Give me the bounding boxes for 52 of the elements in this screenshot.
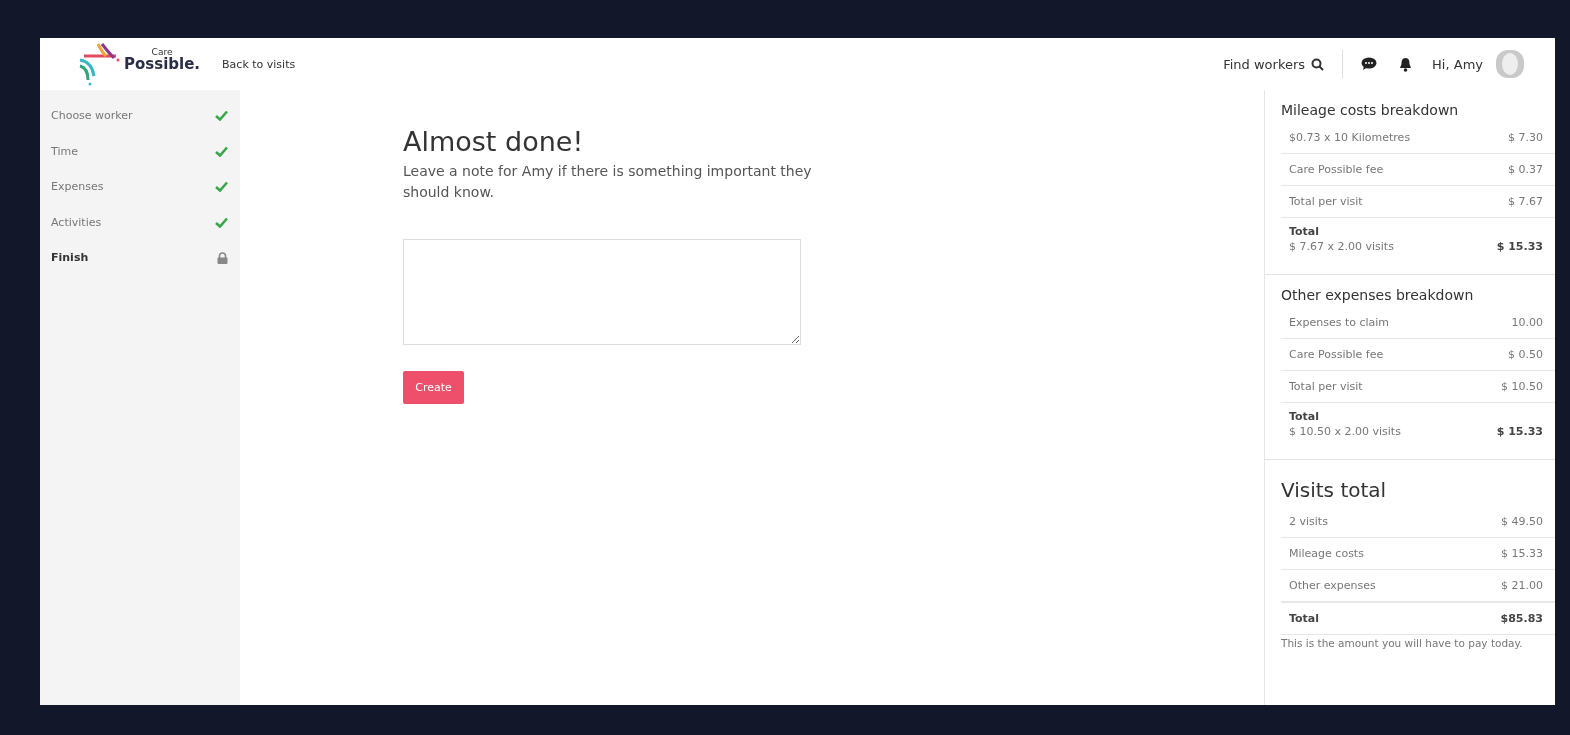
cost-label: $0.73 x 10 Kilometres <box>1289 130 1411 145</box>
step-item[interactable]: Choose worker <box>40 98 240 134</box>
total-label: Total <box>1289 611 1320 626</box>
cost-label: 2 visits <box>1289 514 1328 529</box>
note-field[interactable] <box>403 239 801 345</box>
cost-value: $ 0.50 <box>1508 347 1543 362</box>
total-detail: $ 10.50 x 2.00 visits <box>1289 424 1401 439</box>
instruction-text: Leave a note for Amy if there is something important they should know. <box>403 162 813 202</box>
step-item[interactable]: Time <box>40 133 240 169</box>
cost-value: $ 0.37 <box>1508 162 1543 177</box>
total-value: $ 15.33 <box>1496 424 1543 439</box>
cost-value: $ 7.67 <box>1508 194 1543 209</box>
check-icon <box>215 145 228 157</box>
step-item[interactable]: Expenses <box>40 169 240 205</box>
cost-value: $ 7.30 <box>1508 130 1543 145</box>
cost-label: Expenses to claim <box>1289 315 1390 330</box>
step-item[interactable]: Finish <box>40 240 240 276</box>
cost-value: $ 21.00 <box>1501 578 1543 593</box>
cost-label: Care Possible fee <box>1289 162 1384 177</box>
step-item[interactable]: Activities <box>40 204 240 240</box>
total-value: $ 15.33 <box>1496 239 1543 254</box>
cost-value: $ 10.50 <box>1501 379 1543 394</box>
check-icon <box>215 216 228 228</box>
section-title: Other expenses breakdown <box>1281 287 1475 303</box>
total-label: Total <box>1289 409 1321 424</box>
section-title: Mileage costs breakdown <box>1281 102 1460 118</box>
logo-wordmark: Possible. <box>124 57 201 72</box>
back-link[interactable]: Back to visits <box>222 57 296 71</box>
total-value: $85.83 <box>1500 611 1543 626</box>
user-greeting[interactable]: Hi, Amy <box>1432 56 1483 72</box>
cost-label: Total per visit <box>1289 194 1363 209</box>
cost-value: 10.00 <box>1511 315 1543 330</box>
search-icon <box>1311 57 1325 71</box>
check-icon <box>215 110 228 122</box>
cost-value: $ 49.50 <box>1501 514 1543 529</box>
cost-value: $ 15.33 <box>1501 546 1543 561</box>
logo-caption: Care <box>151 48 173 57</box>
cost-label: Total per visit <box>1289 379 1363 394</box>
payment-note: This is the amount you will have to pay today. <box>1281 636 1524 649</box>
cost-label: Care Possible fee <box>1289 347 1384 362</box>
create-button[interactable]: Create <box>403 371 464 404</box>
total-detail: $ 7.67 x 2.00 visits <box>1289 239 1394 254</box>
chat-icon[interactable] <box>1361 57 1378 71</box>
check-icon <box>215 181 228 193</box>
bell-icon[interactable] <box>1399 56 1413 72</box>
section-title: Visits total <box>1281 478 1388 502</box>
cost-label: Mileage costs <box>1289 546 1364 561</box>
cost-label: Other expenses <box>1289 578 1376 593</box>
find-workers-link[interactable]: Find workers <box>1223 56 1325 72</box>
page-title: Almost done! <box>403 126 584 157</box>
total-label: Total <box>1289 224 1321 239</box>
lock-icon <box>217 251 228 264</box>
